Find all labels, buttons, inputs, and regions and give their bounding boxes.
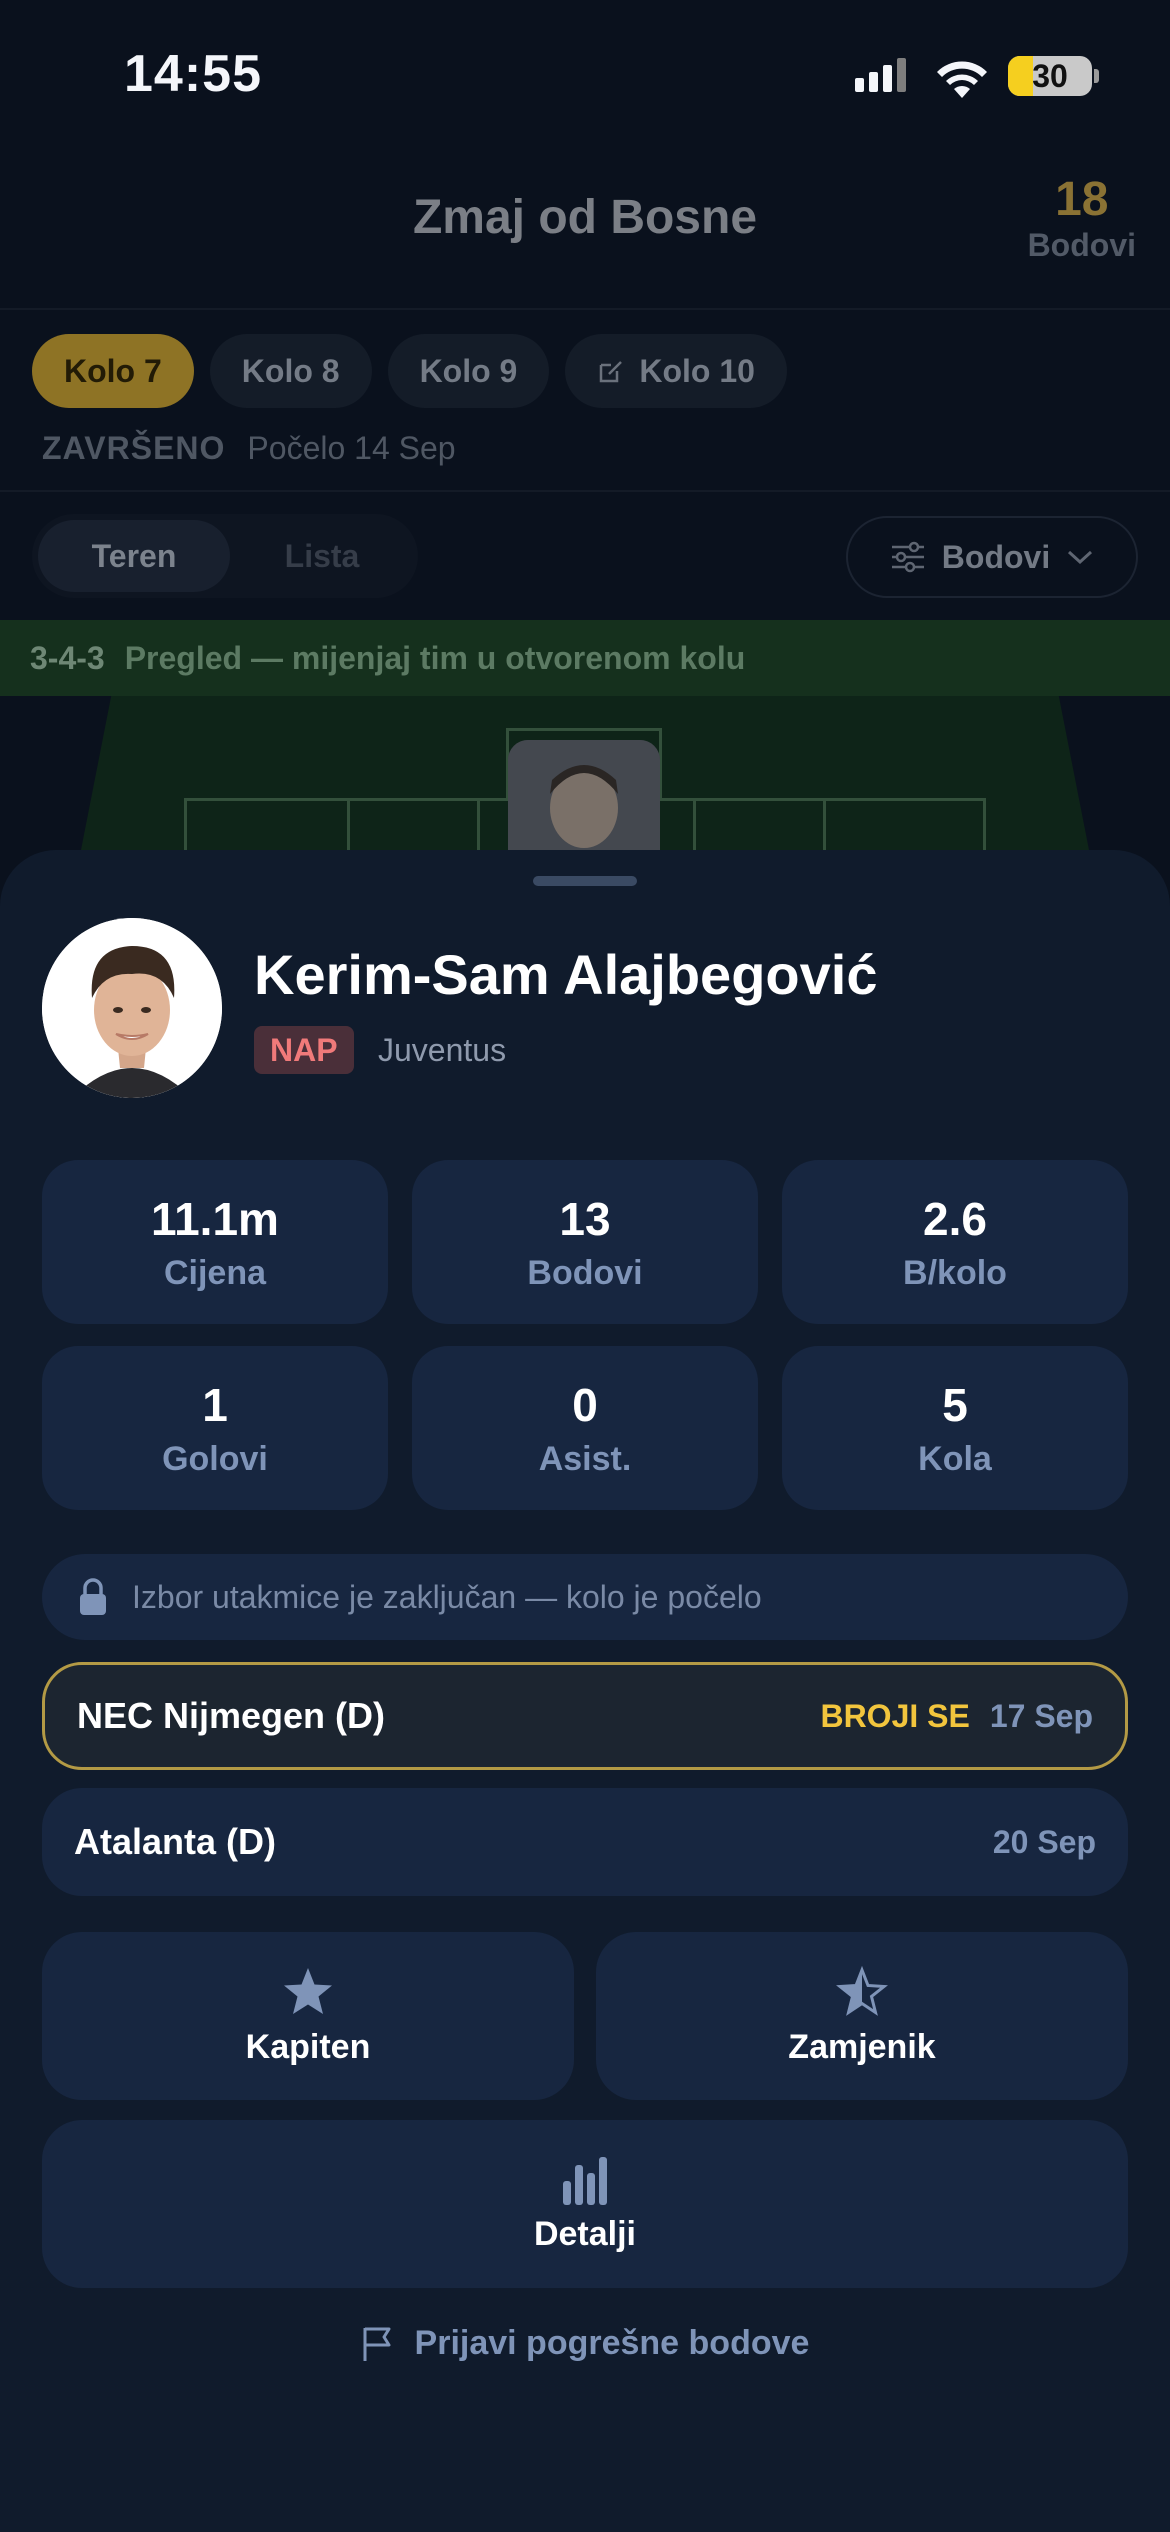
stat-label: Cijena	[163, 1253, 267, 1292]
player-club: Juventus	[378, 1032, 507, 1068]
player-bottom-sheet: Kerim-Sam Alajbegović NAP Juventus 11.1m…	[0, 850, 1170, 2532]
battery-level: 30	[1032, 58, 1068, 94]
lock-icon	[80, 1578, 106, 1615]
battery-cap	[1094, 69, 1099, 83]
star-outline-icon	[836, 1965, 888, 2016]
round-chip-9[interactable]: Kolo 9	[387, 334, 550, 408]
edit-icon	[600, 361, 623, 383]
stat-value: 2.6	[923, 1192, 987, 1245]
fixture-row: NEC Nijmegen (D) BROJI SE 17 Sep	[42, 1662, 1128, 1770]
stat-points: 13 Bodovi	[412, 1160, 758, 1324]
stat-label: Kola	[918, 1439, 992, 1478]
round-chip-label: Kolo 9	[419, 352, 518, 389]
round-chip-label: Kolo 10	[639, 352, 755, 389]
bar-chart-icon	[563, 2156, 607, 2205]
fixture-row: Atalanta (D) 20 Sep	[42, 1788, 1128, 1896]
sheet-drag-handle[interactable]	[533, 876, 637, 886]
star-filled-icon	[284, 1967, 332, 2014]
round-status: ZAVRŠENO Počelo 14 Sep	[42, 430, 456, 467]
stat-goals: 1 Golovi	[42, 1346, 388, 1510]
cellular-signal-icon	[855, 58, 906, 92]
stat-price: 11.1m Cijena	[42, 1160, 388, 1324]
status-bar: 14:55 30	[0, 0, 1170, 150]
header-divider	[0, 308, 1170, 310]
stat-value: 0	[572, 1378, 598, 1431]
background-screen: 14:55 30 Zmaj od Bosne 18 Bodovi Kolo 7 …	[0, 0, 1170, 911]
sort-dropdown[interactable]: Bodovi	[846, 516, 1138, 598]
fixture-date: 17 Sep	[989, 1697, 1093, 1734]
tab-field[interactable]: Teren	[38, 520, 230, 592]
flag-icon	[363, 2327, 391, 2361]
round-start: Počelo 14 Sep	[247, 430, 456, 466]
stats-grid: 11.1m Cijena 13 Bodovi 2.6 B/kolo 1 Golovi 0…	[42, 1160, 1128, 1510]
round-selector: Kolo 7 Kolo 8 Kolo 9 Kolo 10	[32, 334, 787, 408]
position-badge: NAP	[254, 1026, 354, 1074]
stat-label: Golovi	[162, 1439, 268, 1478]
team-title: Zmaj od Bosne	[412, 191, 758, 244]
round-chip-label: Kolo 8	[241, 352, 340, 389]
wifi-icon	[937, 61, 987, 98]
match-lock-notice: Izbor utakmice je zaključan — kolo je po…	[42, 1554, 1128, 1640]
captain-button[interactable]: Kapiten	[42, 1932, 574, 2100]
lock-notice-text: Izbor utakmice je zaključan — kolo je po…	[132, 1578, 762, 1615]
captain-label: Kapiten	[245, 2027, 371, 2066]
fixture-opponent: Atalanta (D)	[74, 1821, 277, 1862]
stat-value: 1	[202, 1378, 228, 1431]
stat-value: 13	[559, 1192, 611, 1245]
stat-points-per-round: 2.6 B/kolo	[782, 1160, 1128, 1324]
stat-value: 5	[942, 1378, 968, 1431]
details-button[interactable]: Detalji	[42, 2120, 1128, 2288]
battery-icon: 30	[1008, 56, 1092, 96]
player-name: Kerim-Sam Alajbegović	[254, 943, 878, 1006]
vice-captain-label: Zamjenik	[788, 2027, 936, 2066]
stat-assists: 0 Asist.	[412, 1346, 758, 1510]
stat-value: 11.1m	[151, 1192, 279, 1245]
fixture-date: 20 Sep	[992, 1823, 1096, 1860]
round-chip-label: Kolo 7	[64, 352, 162, 389]
stat-label: B/kolo	[903, 1253, 1007, 1292]
sliders-icon	[891, 541, 924, 573]
stat-rounds: 5 Kola	[782, 1346, 1128, 1510]
formation-hint: Pregled — mijenjaj tim u otvorenom kolu	[124, 639, 746, 676]
vice-captain-button[interactable]: Zamjenik	[596, 1932, 1128, 2100]
stat-label: Asist.	[538, 1439, 632, 1478]
fixture-opponent: NEC Nijmegen (D)	[77, 1695, 386, 1736]
total-points: 18 Bodovi	[1028, 172, 1136, 264]
formation-bar: 3-4-3 Pregled — mijenjaj tim u otvorenom…	[0, 620, 1170, 696]
player-avatar	[42, 918, 222, 1098]
sort-label: Bodovi	[941, 538, 1051, 575]
status-time: 14:55	[124, 45, 262, 103]
chevron-down-icon	[1068, 550, 1093, 565]
tab-list[interactable]: Lista	[226, 520, 418, 592]
total-points-label: Bodovi	[1027, 227, 1136, 263]
round-chip-8[interactable]: Kolo 8	[209, 334, 372, 408]
player-photo	[42, 918, 222, 1098]
report-wrong-points-link[interactable]: Prijavi pogrešne bodove	[0, 2324, 1170, 2363]
details-label: Detalji	[533, 2214, 637, 2253]
formation-code: 3-4-3	[30, 639, 105, 676]
report-label: Prijavi pogrešne bodove	[414, 2324, 810, 2362]
stat-label: Bodovi	[527, 1253, 643, 1292]
round-chip-10[interactable]: Kolo 10	[565, 334, 787, 408]
fixture-counting-badge: BROJI SE	[820, 1697, 970, 1734]
round-divider	[0, 490, 1170, 492]
round-state: ZAVRŠENO	[42, 430, 226, 466]
round-chip-7[interactable]: Kolo 7	[32, 334, 194, 408]
view-toggle: Teren Lista	[32, 514, 418, 598]
total-points-value: 18	[1055, 173, 1109, 226]
